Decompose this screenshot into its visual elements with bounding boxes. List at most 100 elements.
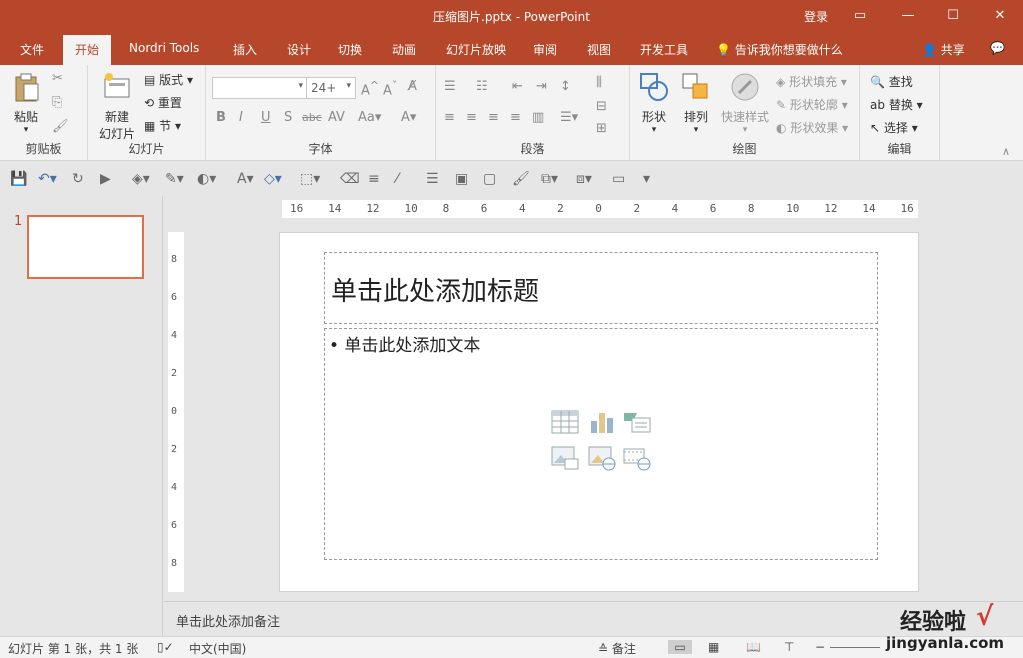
group-icon[interactable]: ▣ (455, 171, 468, 187)
edit-points-icon[interactable]: ⬚▾ (300, 171, 320, 187)
tab-design[interactable]: 设计 (287, 41, 311, 58)
smartart-icon[interactable]: ⊞ (596, 121, 607, 136)
tab-view[interactable]: 视图 (587, 41, 611, 58)
comment-icon[interactable]: 💬 (990, 41, 1005, 55)
tab-nordri-tools[interactable]: Nordri Tools (129, 41, 199, 55)
distribute-icon[interactable]: ▥ (532, 110, 544, 125)
shape-icon-qat[interactable]: ◇▾ (264, 171, 282, 187)
align-right-icon[interactable]: ≡ (488, 110, 499, 125)
slide-thumbnail[interactable] (27, 215, 144, 279)
slide-canvas[interactable]: 单击此处添加标题 • 单击此处添加文本 (279, 232, 919, 592)
tab-animations[interactable]: 动画 (392, 41, 416, 58)
decrease-font-icon[interactable]: Aˇ (383, 79, 397, 98)
maximize-icon[interactable]: ☐ (943, 6, 963, 26)
slide-sorter-icon[interactable]: ▦ (708, 640, 719, 654)
bold-icon[interactable]: B (216, 110, 226, 125)
font-color-icon-qat[interactable]: A▾ (237, 171, 254, 187)
language-indicator[interactable]: 中文(中国) (189, 640, 246, 657)
insert-video-icon[interactable] (623, 445, 651, 471)
increase-indent-icon[interactable]: ⇥ (536, 79, 547, 94)
strikethrough-icon[interactable]: abc (302, 111, 322, 124)
italic-icon[interactable]: I (239, 110, 243, 125)
fill-icon[interactable]: ◈▾ (132, 171, 150, 187)
insert-chart-icon[interactable] (588, 409, 616, 435)
close-icon[interactable]: ✕ (990, 6, 1010, 26)
clear-format-icon[interactable]: A̸ (408, 79, 417, 94)
tab-insert[interactable]: 插入 (233, 41, 257, 58)
align-text-icon[interactable]: ⊟ (596, 99, 607, 114)
shape-outline-button[interactable]: ✎ 形状轮廓 ▾ (776, 96, 848, 113)
normal-view-icon[interactable]: ▭ (668, 640, 692, 654)
notes-toggle-button[interactable]: ≙ 备注 (598, 640, 636, 657)
underline-icon[interactable]: U (261, 110, 271, 125)
arrange-button[interactable]: 排列 ▾ (678, 71, 714, 135)
replace-button[interactable]: ab 替换 ▾ (870, 96, 923, 113)
tab-file[interactable]: 文件 (20, 41, 44, 58)
reading-view-icon[interactable]: 📖 (746, 640, 761, 654)
align-center-icon[interactable]: ≡ (466, 110, 477, 125)
line-spacing-icon[interactable]: ↕ (560, 79, 571, 94)
tab-home[interactable]: 开始 (63, 35, 112, 65)
outline-icon[interactable]: ✎▾ (165, 171, 184, 187)
horizontal-ruler[interactable]: 16 14 12 10 8 6 4 2 0 2 4 6 8 10 12 14 16 (282, 200, 918, 218)
paste-dropdown-icon[interactable]: ▾ (8, 125, 44, 135)
eraser-icon[interactable]: ⌫ (340, 171, 360, 187)
select-button[interactable]: ↖ 选择 ▾ (870, 119, 918, 136)
content-placeholder[interactable]: • 单击此处添加文本 (324, 328, 878, 560)
quick-styles-button[interactable]: 快速样式 ▾ (718, 71, 772, 135)
start-slideshow-icon[interactable]: ▶ (100, 171, 111, 187)
send-backward-icon[interactable]: ⧈▾ (576, 171, 592, 187)
redo-icon[interactable]: ↻ (72, 171, 84, 187)
align-left-icon[interactable]: ≡ (444, 110, 455, 125)
shape-effects-button[interactable]: ◐ 形状效果 ▾ (776, 119, 848, 136)
tab-transitions[interactable]: 切换 (338, 41, 362, 58)
char-spacing-icon[interactable]: AV (328, 110, 345, 125)
tell-me-box[interactable]: 💡 告诉我你想要做什么 (716, 41, 843, 58)
numbering-icon[interactable]: ☷ (476, 79, 488, 94)
shapes-button[interactable]: 形状 ▾ (636, 71, 672, 135)
bullets-icon[interactable]: ☰ (444, 79, 456, 94)
increase-font-icon[interactable]: A^ (361, 79, 379, 98)
find-button[interactable]: 🔍 查找 (870, 73, 913, 90)
shadow-icon[interactable]: S (284, 110, 292, 125)
textbox-icon[interactable]: ▭ (612, 171, 625, 187)
cut-icon[interactable]: ✂ (52, 71, 63, 86)
text-align-icon[interactable]: ☰ (426, 171, 439, 187)
change-case-icon[interactable]: Aa▾ (358, 110, 381, 125)
italic-tool-icon[interactable]: ⁄ (396, 171, 398, 187)
tab-slideshow[interactable]: 幻灯片放映 (446, 41, 506, 58)
tab-review[interactable]: 审阅 (533, 41, 557, 58)
section-button[interactable]: ▦ 节 ▾ (144, 117, 181, 134)
zoom-out-icon[interactable]: − (815, 640, 825, 654)
title-placeholder[interactable]: 单击此处添加标题 (324, 252, 878, 324)
tab-developer[interactable]: 开发工具 (640, 41, 688, 58)
effects-icon-qat[interactable]: ◐▾ (197, 171, 216, 187)
ungroup-icon[interactable]: ▢ (483, 171, 496, 187)
undo-icon[interactable]: ↶▾ (38, 171, 57, 187)
spellcheck-icon[interactable]: ▯✓ (157, 640, 174, 654)
reset-button[interactable]: ⟲ 重置 (144, 94, 182, 111)
copy-icon[interactable]: ⎘ (52, 95, 62, 110)
collapse-ribbon-icon[interactable]: ∧ (1002, 145, 1010, 158)
bring-forward-icon[interactable]: ⧉▾ (541, 171, 558, 187)
shape-fill-button[interactable]: ◈ 形状填充 ▾ (776, 73, 847, 90)
font-size-box[interactable]: 24+ ▾ (306, 77, 356, 99)
justify-icon[interactable]: ≡ (510, 110, 521, 125)
insert-table-icon[interactable] (551, 409, 579, 435)
columns-icon[interactable]: ☰▾ (560, 110, 578, 125)
insert-picture-icon[interactable] (551, 445, 579, 471)
layout-button[interactable]: ▤ 版式 ▾ (144, 71, 193, 88)
minimize-icon[interactable]: — (898, 6, 918, 26)
ribbon-display-icon[interactable]: ▭ (850, 6, 870, 26)
format-painter-icon[interactable]: 🖌 (52, 119, 69, 134)
vertical-ruler[interactable]: 8 6 4 2 0 2 4 6 8 (168, 232, 184, 592)
font-color-icon[interactable]: A▾ (401, 110, 416, 125)
text-direction-icon[interactable]: ⫼ (596, 75, 602, 90)
share-button[interactable]: 👤 共享 (922, 41, 965, 58)
login-button[interactable]: 登录 (804, 8, 828, 25)
decrease-indent-icon[interactable]: ⇤ (512, 79, 523, 94)
format-painter-icon-qat[interactable]: 🖌 (512, 171, 530, 187)
zoom-slider[interactable] (830, 647, 880, 648)
paste-button[interactable]: 粘贴 ▾ (8, 71, 44, 135)
font-name-box[interactable]: ▾ (212, 77, 308, 99)
